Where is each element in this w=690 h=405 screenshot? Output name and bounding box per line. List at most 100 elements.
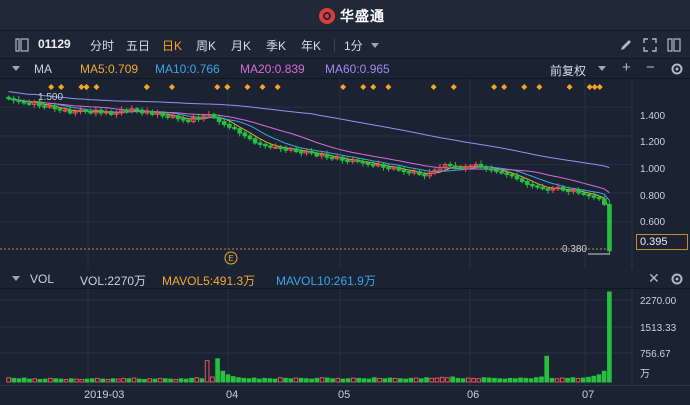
candle-body [165,115,171,118]
period-tab-yearly[interactable]: 年K [301,37,321,54]
volume-bar [408,377,414,383]
collapse-ma-caret-icon[interactable] [12,66,20,71]
volume-bar [220,370,226,383]
event-diamond-icon [566,84,573,90]
candle-body [263,143,268,147]
volume-bar [168,378,173,383]
add-indicator-icon[interactable]: + [622,59,631,76]
period-tab-five-day[interactable]: 五日 [126,37,150,54]
volume-bar [32,378,38,383]
candle-body [329,156,335,160]
candle-body [252,138,258,144]
adjust-select[interactable]: 前复权 [550,62,586,79]
candle-body [160,112,165,117]
period-tab-intraday[interactable]: 分时 [90,37,114,54]
candle-body [499,171,504,174]
candle-body [83,109,88,113]
volume-bars [6,291,612,383]
candle-body [386,166,391,170]
volume-bar [518,377,523,383]
collapse-vol-caret-icon[interactable] [12,276,20,281]
candle-body [545,188,551,191]
ma10-value: MA10:0.766 [155,62,220,76]
event-diamond-icon [596,84,603,90]
toggle-sidebar-icon[interactable] [14,37,30,53]
vol-settings-gear-icon[interactable] [670,272,684,286]
volume-bar [42,378,48,383]
period-tab-monthly[interactable]: 月K [231,37,251,54]
candle-body [67,109,73,114]
period-tab-weekly[interactable]: 周K [196,37,216,54]
expand-icon[interactable] [642,37,658,53]
candle-body [514,175,520,180]
price-grid [0,79,633,269]
panel-layout-icon[interactable] [666,37,682,53]
chevron-down-icon[interactable] [371,43,379,48]
candle-body [396,166,402,171]
draw-pencil-icon[interactable] [618,37,634,53]
minute-period-select[interactable]: 1分 [344,37,363,54]
candle-body [11,98,17,101]
ma60-value: MA60:0.965 [325,62,390,76]
volume-bar [387,377,393,383]
vol-indicator-label[interactable]: VOL [30,272,54,286]
volume-bar [439,376,445,383]
volume-chart[interactable]: 2270.00 1513.33 756.67 万 [0,289,690,385]
volume-bar [429,377,435,383]
minimize-icon[interactable]: − [646,59,655,76]
earnings-event-marker[interactable]: E [224,251,238,265]
vol-panel-header: VOL VOL:2270万 MAVOL5:491.3万 MAVOL10:261.… [0,269,690,289]
candle-body [108,111,114,115]
candle-body [560,186,566,191]
candle-body [381,163,386,168]
candle-body [6,96,11,100]
period-tab-quarterly[interactable]: 季K [266,37,286,54]
volume-bar [272,378,278,383]
vol-y-tick-mid: 1513.33 [640,323,677,334]
volume-bar [324,377,330,383]
volume-bar [424,377,429,383]
candle-body [601,198,607,205]
ma-panel-header: MA MA5:0.709 MA10:0.766 MA20:0.839 MA60:… [0,59,690,79]
candle-body [180,118,186,121]
volume-bar [476,378,482,383]
event-diamond-icon [214,84,221,90]
candle-body [576,189,581,194]
ma60-line [8,91,610,169]
candle-body [591,195,597,198]
volume-bar [194,377,200,383]
price-chart[interactable]: 1.500 0.380 E 1.400 1.200 1.000 0.800 0.… [0,79,690,269]
low-price-label: 0.380 [562,244,587,255]
volume-bar [392,377,398,383]
volume-bar [413,377,419,383]
price-chart-svg: 1.500 0.380 E 1.400 1.200 1.000 0.800 0.… [0,79,665,269]
x-label-06: 06 [467,389,480,401]
volume-bar [89,378,95,383]
volume-bar [53,378,58,383]
candle-body [530,183,535,187]
event-diamond-icon [143,84,150,90]
period-tab-daily[interactable]: 日K [162,37,182,54]
volume-bar [58,378,64,383]
mavol5-value: MAVOL5:491.3万 [162,274,256,288]
y-tick-1000: 1.000 [640,164,665,175]
candle-body [509,173,515,177]
volume-bar [471,377,476,383]
volume-bar [330,378,335,383]
close-vol-icon[interactable]: ✕ [648,270,660,287]
settings-gear-icon[interactable] [670,62,684,76]
volume-bar [126,378,132,383]
volume-bar [596,374,602,383]
last-price-box: 0.395 [636,234,688,250]
brand-name: 华盛通 [340,8,385,24]
event-diamond-icon [385,84,392,90]
candle-body [216,116,222,123]
candle-body [401,169,407,173]
ma-indicator-label[interactable]: MA [34,62,52,76]
candle-body [340,156,345,161]
y-tick-0600: 0.600 [640,217,665,228]
adjust-chevron-down-icon[interactable] [598,66,606,71]
high-price-label: 1.500 [38,92,63,103]
candle-body [458,166,463,170]
x-axis: 2019-03 04 05 06 07 [0,385,690,405]
